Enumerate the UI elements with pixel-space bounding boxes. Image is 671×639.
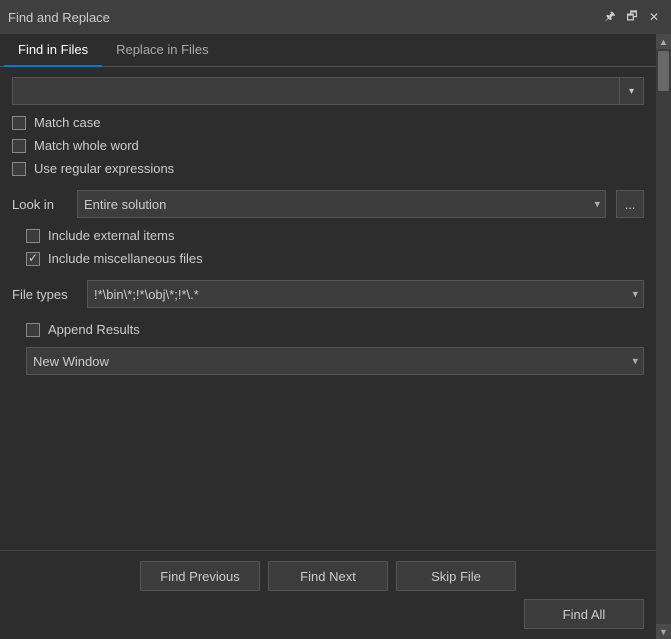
- include-external-checkbox[interactable]: [26, 229, 40, 243]
- title-bar: Find and Replace 🖈 🗗 ✕: [0, 0, 671, 34]
- include-external-label: Include external items: [48, 228, 174, 243]
- append-results-section: Append Results: [26, 322, 644, 337]
- output-window-row: New Window Find Results 1 Find Results 2: [26, 347, 644, 375]
- append-results-checkbox[interactable]: [26, 323, 40, 337]
- scroll-up-button[interactable]: ▲: [656, 34, 671, 49]
- output-window-wrapper: New Window Find Results 1 Find Results 2: [26, 347, 644, 375]
- file-types-label: File types: [12, 287, 77, 302]
- look-in-label: Look in: [12, 197, 67, 212]
- search-input-row: ▾: [12, 77, 644, 105]
- scroll-thumb[interactable]: [658, 51, 669, 91]
- find-previous-button[interactable]: Find Previous: [140, 561, 260, 591]
- append-results-row: Append Results: [26, 322, 644, 337]
- append-results-label: Append Results: [48, 322, 140, 337]
- buttons-area: Find Previous Find Next Skip File Find A…: [0, 550, 656, 639]
- use-regex-checkbox[interactable]: [12, 162, 26, 176]
- restore-button[interactable]: 🗗: [623, 8, 641, 26]
- match-whole-word-checkbox[interactable]: [12, 139, 26, 153]
- tab-replace-in-files[interactable]: Replace in Files: [102, 34, 223, 67]
- look-in-select-wrapper: Entire solution Current project Current …: [77, 190, 606, 218]
- primary-buttons-row: Find Previous Find Next Skip File: [12, 561, 644, 591]
- match-whole-word-row: Match whole word: [12, 138, 644, 153]
- window-controls: 🖈 🗗 ✕: [601, 8, 663, 26]
- scroll-down-button[interactable]: ▼: [656, 624, 671, 639]
- look-in-row: Look in Entire solution Current project …: [12, 190, 644, 218]
- file-types-select[interactable]: !*\bin\*;!*\obj\*;!*\.*: [87, 280, 644, 308]
- include-external-row: Include external items: [26, 228, 644, 243]
- search-dropdown-arrow[interactable]: ▾: [620, 77, 644, 105]
- dialog-title: Find and Replace: [8, 10, 601, 25]
- include-misc-checkbox[interactable]: [26, 252, 40, 266]
- close-button[interactable]: ✕: [645, 8, 663, 26]
- main-container: Find in Files Replace in Files ▾ Match c…: [0, 34, 671, 639]
- find-all-row: Find All: [12, 599, 644, 629]
- find-all-button[interactable]: Find All: [524, 599, 644, 629]
- scroll-track: [656, 49, 671, 624]
- match-case-row: Match case: [12, 115, 644, 130]
- include-misc-row: Include miscellaneous files: [26, 251, 644, 266]
- look-in-browse-button[interactable]: ...: [616, 190, 644, 218]
- scrollbar: ▲ ▼: [656, 34, 671, 639]
- tab-bar: Find in Files Replace in Files: [0, 34, 656, 67]
- file-types-wrapper: !*\bin\*;!*\obj\*;!*\.*: [87, 280, 644, 308]
- form-area: ▾ Match case Match whole word Use regula…: [0, 67, 656, 550]
- search-input[interactable]: [12, 77, 620, 105]
- match-case-label: Match case: [34, 115, 100, 130]
- use-regex-label: Use regular expressions: [34, 161, 174, 176]
- skip-file-button[interactable]: Skip File: [396, 561, 516, 591]
- file-types-row: File types !*\bin\*;!*\obj\*;!*\.*: [12, 280, 644, 308]
- tab-find-in-files[interactable]: Find in Files: [4, 34, 102, 67]
- use-regex-row: Use regular expressions: [12, 161, 644, 176]
- match-case-checkbox[interactable]: [12, 116, 26, 130]
- include-misc-label: Include miscellaneous files: [48, 251, 203, 266]
- pin-button[interactable]: 🖈: [601, 8, 619, 26]
- match-whole-word-label: Match whole word: [34, 138, 139, 153]
- find-next-button[interactable]: Find Next: [268, 561, 388, 591]
- include-options-section: Include external items Include miscellan…: [12, 228, 644, 266]
- output-window-select[interactable]: New Window Find Results 1 Find Results 2: [26, 347, 644, 375]
- content-area: Find in Files Replace in Files ▾ Match c…: [0, 34, 656, 639]
- look-in-select[interactable]: Entire solution Current project Current …: [77, 190, 606, 218]
